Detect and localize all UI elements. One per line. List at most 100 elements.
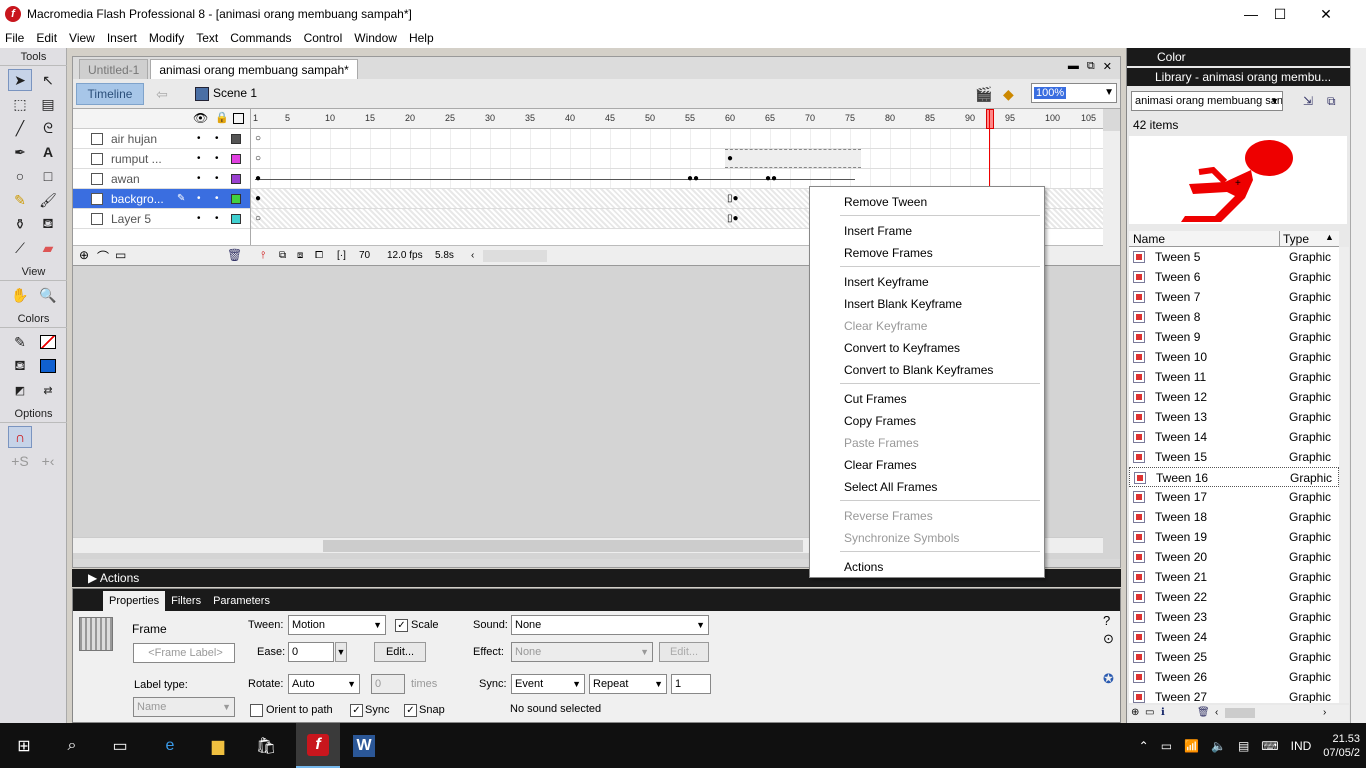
keyboard-icon[interactable]: ⌨: [1261, 739, 1278, 753]
pin-library-icon[interactable]: ⇲: [1303, 94, 1313, 108]
edit-actions-icon[interactable]: ⊙: [1103, 631, 1114, 647]
lib-hscroll-thumb[interactable]: [1225, 708, 1255, 718]
menu-file[interactable]: File: [0, 31, 29, 45]
library-item[interactable]: Tween 23 Graphic: [1129, 607, 1339, 627]
fill-color-swatch[interactable]: [36, 355, 60, 377]
menu-insert-blank-keyframe[interactable]: Insert Blank Keyframe: [844, 297, 962, 311]
center-frame-icon[interactable]: ⫯: [261, 246, 265, 266]
swap-colors-icon[interactable]: ⇄: [36, 379, 60, 401]
sync-checkbox[interactable]: ✓: [350, 704, 363, 717]
library-item[interactable]: Tween 21 Graphic: [1129, 567, 1339, 587]
oval-tool-icon[interactable]: ○: [8, 165, 32, 187]
tab-properties[interactable]: Properties: [103, 591, 166, 611]
timeline-toggle-button[interactable]: Timeline: [76, 83, 144, 105]
stage-hscroll-thumb[interactable]: [323, 540, 803, 552]
label-type-select[interactable]: Name ▼: [133, 697, 235, 717]
frame-label-input[interactable]: <Frame Label>: [133, 643, 235, 663]
rotate-times-input[interactable]: 0: [371, 674, 405, 694]
library-item[interactable]: Tween 9 Graphic: [1129, 327, 1339, 347]
tab-parameters[interactable]: Parameters: [207, 591, 276, 611]
timeline-vscroll[interactable]: [1103, 131, 1120, 265]
layer-color-swatch[interactable]: [231, 214, 241, 224]
lib-scroll-right-icon[interactable]: ›: [1323, 705, 1326, 721]
sound-select[interactable]: None ▼: [511, 615, 709, 635]
outline-icon[interactable]: [233, 113, 244, 124]
menu-commands[interactable]: Commands: [225, 31, 296, 45]
library-item[interactable]: Tween 12 Graphic: [1129, 387, 1339, 407]
add-folder-icon[interactable]: ▭: [115, 248, 126, 262]
library-item[interactable]: Tween 26 Graphic: [1129, 667, 1339, 687]
subselection-tool-icon[interactable]: ↖: [36, 69, 60, 91]
lib-scroll-left-icon[interactable]: ‹: [1215, 705, 1218, 721]
wifi-icon[interactable]: 📶: [1184, 739, 1199, 753]
brush-tool-icon[interactable]: 🖌: [36, 189, 60, 211]
menu-cut-frames[interactable]: Cut Frames: [844, 392, 907, 406]
modify-markers-icon[interactable]: [·]: [337, 246, 346, 266]
paint-bucket-tool-icon[interactable]: ⛾: [36, 213, 60, 235]
new-symbol-icon[interactable]: ⊕: [1131, 705, 1139, 721]
frame-row[interactable]: ○ ●: [251, 149, 1103, 169]
edit-multiple-icon[interactable]: ⧠: [315, 246, 323, 266]
tween-select[interactable]: Motion ▼: [288, 615, 386, 635]
menu-convert-keyframes[interactable]: Convert to Keyframes: [844, 341, 960, 355]
battery-icon[interactable]: ▭: [1161, 739, 1172, 753]
layer-color-swatch[interactable]: [231, 134, 241, 144]
collapsed-panel-strip[interactable]: [1350, 48, 1366, 723]
flash-taskbar-icon[interactable]: f: [296, 723, 340, 768]
accessibility-icon[interactable]: ✪: [1103, 671, 1114, 687]
menu-edit[interactable]: Edit: [31, 31, 62, 45]
text-tool-icon[interactable]: A: [36, 141, 60, 163]
frame-ruler[interactable]: 1 5 10 15 20 25 30 35 40 45 50 55 60 65 …: [251, 109, 1103, 129]
store-icon[interactable]: 🛍: [250, 730, 282, 762]
eye-icon[interactable]: 👁: [193, 111, 208, 125]
library-item[interactable]: Tween 27 Graphic: [1129, 687, 1339, 703]
menu-actions[interactable]: Actions: [844, 560, 883, 574]
eraser-tool-icon[interactable]: ▰: [36, 237, 60, 259]
menu-select-all-frames[interactable]: Select All Frames: [844, 480, 937, 494]
zoom-select[interactable]: 100% ▼: [1031, 83, 1117, 103]
black-white-icon[interactable]: ◩: [8, 379, 32, 401]
layer-row[interactable]: Layer 5 • •: [73, 209, 250, 229]
snap-magnet-icon[interactable]: ∩: [8, 426, 32, 448]
scale-checkbox[interactable]: ✓: [395, 619, 408, 632]
zoom-tool-icon[interactable]: 🔍: [36, 284, 60, 306]
effect-select[interactable]: None ▼: [511, 642, 653, 662]
chevron-up-icon[interactable]: ⌃: [1139, 739, 1149, 753]
tab-untitled[interactable]: Untitled-1: [79, 59, 149, 79]
tab-filters[interactable]: Filters: [165, 591, 207, 611]
eyedropper-tool-icon[interactable]: ⟋: [8, 237, 32, 259]
back-arrow-icon[interactable]: ⇦: [151, 85, 173, 103]
layer-row[interactable]: air hujan • •: [73, 129, 250, 149]
library-item[interactable]: Tween 14 Graphic: [1129, 427, 1339, 447]
color-panel-bar[interactable]: Color: [1127, 48, 1351, 66]
playhead-handle[interactable]: [986, 109, 994, 129]
library-item[interactable]: Tween 15 Graphic: [1129, 447, 1339, 467]
edit-symbols-icon[interactable]: ◆: [1003, 86, 1014, 103]
repeat-count-input[interactable]: 1: [671, 674, 711, 694]
rotate-select[interactable]: Auto ▼: [288, 674, 360, 694]
col-type[interactable]: Type: [1283, 232, 1309, 246]
library-item[interactable]: Tween 11 Graphic: [1129, 367, 1339, 387]
menu-copy-frames[interactable]: Copy Frames: [844, 414, 916, 428]
library-item[interactable]: Tween 19 Graphic: [1129, 527, 1339, 547]
hand-tool-icon[interactable]: ✋: [8, 284, 32, 306]
menu-view[interactable]: View: [64, 31, 100, 45]
edit-scene-icon[interactable]: 🎬: [975, 86, 992, 103]
add-layer-icon[interactable]: ⊕: [79, 248, 89, 262]
menu-text[interactable]: Text: [191, 31, 223, 45]
sync-select[interactable]: Event ▼: [511, 674, 585, 694]
delete-icon[interactable]: 🗑: [1197, 705, 1210, 721]
library-item[interactable]: Tween 13 Graphic: [1129, 407, 1339, 427]
stroke-color-icon[interactable]: ✎: [8, 331, 32, 353]
close-button[interactable]: ✕: [1303, 0, 1349, 28]
library-item[interactable]: Tween 6 Graphic: [1129, 267, 1339, 287]
frame-row[interactable]: ○: [251, 129, 1103, 149]
library-item[interactable]: Tween 8 Graphic: [1129, 307, 1339, 327]
menu-remove-tween[interactable]: Remove Tween: [844, 195, 927, 209]
menu-insert-keyframe[interactable]: Insert Keyframe: [844, 275, 929, 289]
file-explorer-icon[interactable]: ▆: [202, 730, 234, 762]
pen-tool-icon[interactable]: ✒: [8, 141, 32, 163]
library-item[interactable]: Tween 7 Graphic: [1129, 287, 1339, 307]
ease-edit-button[interactable]: Edit...: [374, 642, 426, 662]
library-item[interactable]: Tween 20 Graphic: [1129, 547, 1339, 567]
